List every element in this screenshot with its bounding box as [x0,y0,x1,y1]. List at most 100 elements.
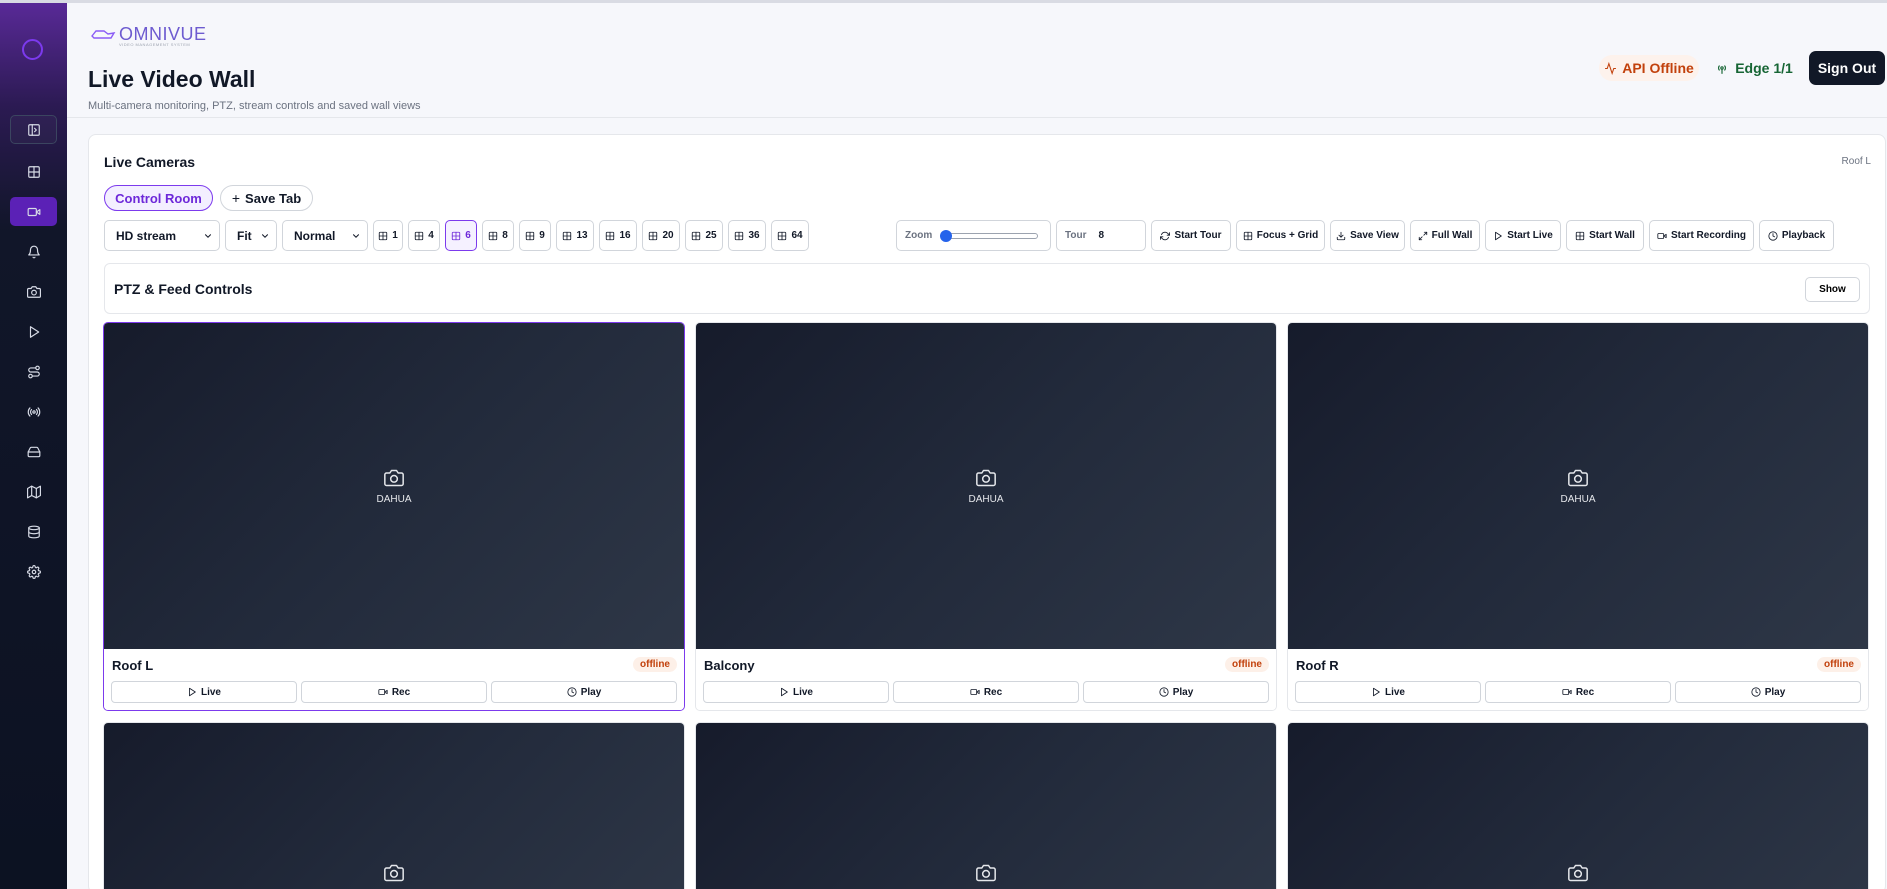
display-mode-select[interactable]: Normal [282,220,368,251]
sidebar-item-settings[interactable] [10,557,57,586]
play-icon [189,687,196,697]
layout-4-button-label: 4 [428,230,434,241]
tile-play-button[interactable]: Play [1675,681,1861,703]
video-camera-icon [1562,689,1572,695]
camera-tile-footer: Roof L offline Live Rec Play [104,649,684,710]
page-title: Live Video Wall [88,66,256,92]
sidebar-item-alerts[interactable] [10,237,57,266]
camera-feed[interactable] [104,723,684,889]
camera-feed[interactable]: DAHUA [1288,323,1868,649]
start-tour-button[interactable]: Start Tour [1151,220,1231,251]
sidebar-item-cameras[interactable] [10,277,57,306]
camera-icon [1568,864,1588,882]
video-camera-icon [378,689,388,695]
camera-tile[interactable] [695,722,1277,889]
tile-live-button[interactable]: Live [1295,681,1481,703]
tile-play-button[interactable]: Play [491,681,677,703]
camera-vendor-label: DAHUA [1560,493,1596,505]
tile-live-button[interactable]: Live [111,681,297,703]
tour-label: Tour [1065,230,1087,241]
layout-20-button[interactable]: 20 [642,220,680,251]
layout-13-button[interactable]: 13 [556,220,594,251]
play-icon [781,687,788,697]
zoom-slider[interactable] [940,229,1039,242]
tile-rec-button-label: Rec [391,686,411,698]
camera-tile-footer: Roof R offline Live Rec Play [1288,649,1868,710]
sign-out-button[interactable]: Sign Out [1809,51,1885,85]
sidebar-item-database[interactable] [10,517,57,546]
ptz-feed-controls-panel: PTZ & Feed Controls Show [104,263,1870,314]
page-subtitle: Multi-camera monitoring, PTZ, stream con… [88,100,421,112]
camera-tile[interactable]: DAHUA Roof L offline Live Rec Play [103,322,685,711]
ptz-show-button[interactable]: Show [1805,277,1860,302]
camera-tile[interactable]: DAHUA Balcony offline Live Rec Play [695,322,1277,711]
save-view-button[interactable]: Save View [1330,220,1405,251]
sidebar-item-routes[interactable] [10,357,57,386]
playback-button[interactable]: Playback [1759,220,1834,251]
layout-6-button[interactable]: 6 [445,220,477,251]
layout-8-button[interactable]: 8 [482,220,514,251]
start-wall-button[interactable]: Start Wall [1566,220,1644,251]
sidebar-item-dashboard[interactable] [10,157,57,186]
focus-grid-button[interactable]: Focus + Grid [1236,220,1325,251]
playback-button-label: Playback [1781,230,1826,241]
camera-feed[interactable]: DAHUA [696,323,1276,649]
camera-feed[interactable] [1288,723,1868,889]
fit-value: Fit [237,228,252,243]
brand-name: OMNIVUE [119,24,207,44]
start-live-button[interactable]: Start Live [1485,220,1561,251]
video-camera-icon [1657,232,1667,239]
tile-rec-button[interactable]: Rec [893,681,1079,703]
camera-feed[interactable] [696,723,1276,889]
zoom-slider-thumb[interactable] [940,229,953,242]
layout-1-button-label: 1 [392,230,398,241]
camera-feed[interactable]: DAHUA [104,323,684,649]
tile-play-button[interactable]: Play [1083,681,1269,703]
sidebar-item-storage[interactable] [10,437,57,466]
layout-64-button[interactable]: 64 [771,220,809,251]
full-wall-button[interactable]: Full Wall [1410,220,1480,251]
camera-vendor-label: DAHUA [968,493,1004,505]
layout-1-button[interactable]: 1 [373,220,403,251]
tab-control-room[interactable]: Control Room [104,185,213,211]
camera-tile[interactable]: DAHUA Roof R offline Live Rec Play [1287,322,1869,711]
antenna-icon [1718,65,1727,74]
chevron-down-icon [352,233,360,238]
stream-quality-select[interactable]: HD stream [104,220,220,251]
layout-20-button-label: 20 [662,230,674,241]
tile-rec-button[interactable]: Rec [301,681,487,703]
start-recording-button[interactable]: Start Recording [1649,220,1754,251]
layout-16-button[interactable]: 16 [599,220,637,251]
save-tab-button[interactable]: + Save Tab [220,185,313,211]
sidebar-item-panels[interactable] [10,115,57,144]
tile-live-button[interactable]: Live [703,681,889,703]
sidebar-item-edge[interactable] [10,397,57,426]
sidebar-item-live[interactable] [10,197,57,226]
sidebar-item-map[interactable] [10,477,57,506]
sidebar-item-playback[interactable] [10,317,57,346]
tile-rec-button[interactable]: Rec [1485,681,1671,703]
video-camera-icon [970,689,980,695]
brand-tagline: VIDEO MANAGEMENT SYSTEM [119,42,191,47]
camera-tile[interactable] [1287,722,1869,889]
camera-icon [384,469,404,486]
activity-icon [1605,61,1617,75]
app-logo[interactable] [22,39,43,60]
layout-25-button[interactable]: 25 [685,220,723,251]
route-icon [27,365,40,378]
camera-tile[interactable] [103,722,685,889]
layout-4-button[interactable]: 4 [408,220,440,251]
camera-icon [26,285,41,298]
zoom-control[interactable]: Zoom [896,220,1051,251]
chevron-down-icon [204,233,212,238]
status-badge: offline [633,657,677,672]
tour-interval-input[interactable]: Tour 8 [1056,220,1146,251]
layout-64-button-label: 64 [791,230,803,241]
chevron-down-icon [261,233,269,238]
layout-9-button[interactable]: 9 [519,220,551,251]
grid-icon [1243,231,1252,240]
camera-name: Roof L [112,658,154,673]
fit-select[interactable]: Fit [225,220,277,251]
grid-icon [27,165,40,178]
layout-36-button[interactable]: 36 [728,220,766,251]
